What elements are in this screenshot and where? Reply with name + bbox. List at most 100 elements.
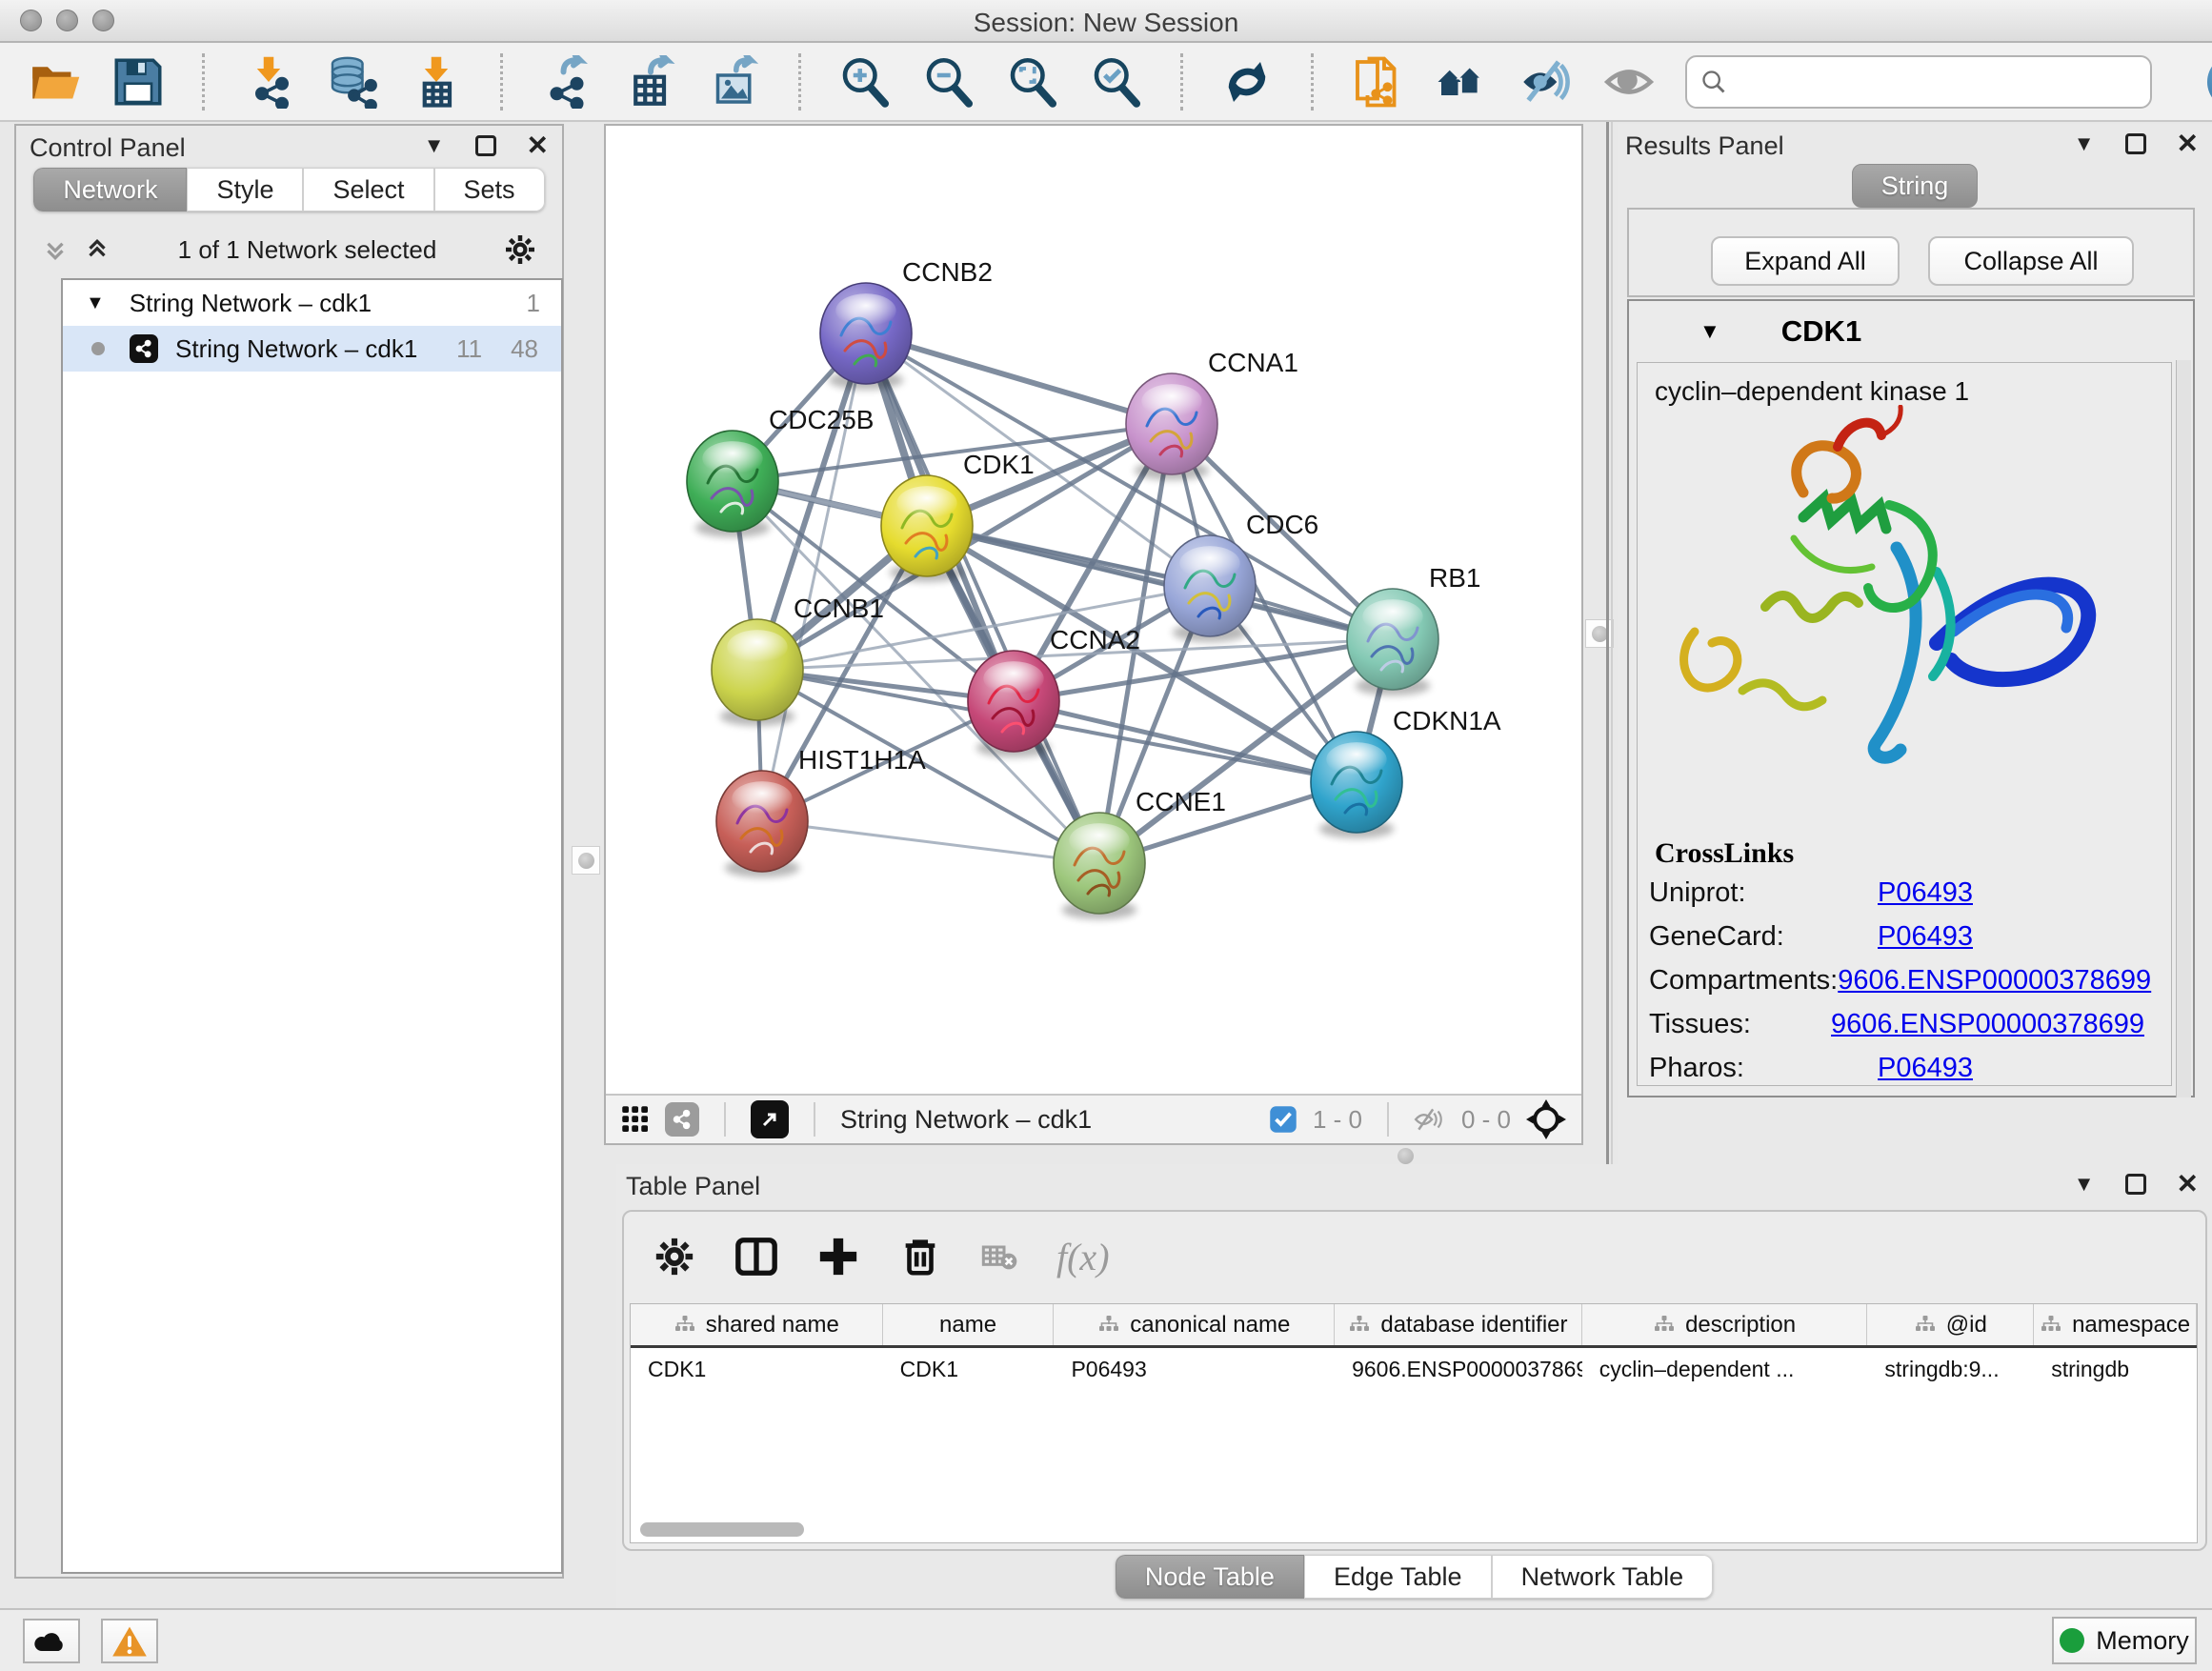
network-row-selected[interactable]: String Network – cdk1 11 48 (63, 326, 561, 372)
hidden-eye-icon[interactable] (1414, 1105, 1446, 1134)
gear-icon[interactable] (503, 232, 537, 267)
zoom-in-button[interactable] (837, 54, 893, 110)
tab-edge-table[interactable]: Edge Table (1304, 1555, 1492, 1599)
table-cell[interactable]: P06493 (1054, 1357, 1335, 1382)
zoom-selected-button[interactable] (1089, 54, 1144, 110)
table-cell[interactable]: stringdb:9... (1867, 1357, 2034, 1382)
crosslink-link[interactable]: 9606.ENSP00000378699 (1831, 1009, 2144, 1040)
network-node-RB1[interactable]: RB1 (1347, 563, 1480, 695)
tab-select[interactable]: Select (303, 168, 433, 211)
selected-checkbox-icon[interactable] (1269, 1105, 1297, 1134)
protein-structure-image (1651, 405, 2146, 805)
table-row[interactable]: CDK1CDK1P064939606.ENSP00000378699cyclin… (631, 1348, 2197, 1390)
expand-all-button[interactable]: Expand All (1711, 236, 1900, 286)
crosslink-link[interactable]: P06493 (1878, 877, 1973, 909)
tab-style[interactable]: Style (187, 168, 303, 211)
gear-icon[interactable] (653, 1235, 696, 1278)
table-cell[interactable]: 9606.ENSP00000378699 (1335, 1357, 1582, 1382)
tab-node-table[interactable]: Node Table (1116, 1555, 1304, 1599)
add-column-icon[interactable] (816, 1235, 860, 1278)
float-panel-icon[interactable] (475, 135, 496, 156)
close-panel-icon[interactable]: ✕ (527, 135, 549, 156)
refresh-view-button[interactable] (1219, 54, 1275, 110)
tab-string[interactable]: String (1852, 164, 1979, 208)
float-panel-icon[interactable] (2125, 133, 2146, 154)
save-session-button[interactable] (111, 54, 166, 110)
hide-selected-eye-icon[interactable] (1518, 54, 1573, 110)
network-node-HIST1H1A[interactable]: HIST1H1A (716, 745, 926, 877)
panel-menu-caret-icon[interactable]: ▼ (2074, 131, 2095, 156)
import-table-button[interactable] (409, 54, 464, 110)
first-neighbors-button[interactable] (1434, 54, 1489, 110)
tree-expand-caret-icon[interactable]: ▼ (86, 292, 105, 314)
column-header--id[interactable]: @id (1867, 1304, 2034, 1345)
help-button[interactable]: ? (2207, 54, 2212, 110)
network-node-CCNB1[interactable]: CCNB1 (712, 594, 884, 726)
crosslink-link[interactable]: P06493 (1878, 1053, 1973, 1084)
zoom-fit-button[interactable] (1005, 54, 1060, 110)
zoom-out-button[interactable] (921, 54, 976, 110)
column-header-description[interactable]: description (1582, 1304, 1868, 1345)
show-columns-icon[interactable] (734, 1235, 778, 1278)
network-edge-CDK1-RB1[interactable] (927, 526, 1393, 639)
duplicate-network-button[interactable] (1350, 54, 1405, 110)
network-node-CCNB2[interactable]: CCNB2 (820, 257, 993, 390)
network-node-CCNE1[interactable]: CCNE1 (1054, 787, 1226, 919)
float-panel-icon[interactable] (2125, 1174, 2146, 1195)
left-splitter-grip[interactable] (572, 846, 600, 875)
network-canvas[interactable]: CCNB2CCNA1CDC25BCDK1CDC6RB1CCNB1CCNA2CDK… (606, 126, 1581, 1094)
network-collection-row[interactable]: ▼ String Network – cdk1 1 (63, 280, 561, 326)
cloud-button[interactable] (23, 1619, 80, 1663)
table-cell[interactable]: CDK1 (631, 1357, 883, 1382)
export-network-button[interactable] (539, 54, 594, 110)
import-network-button[interactable] (241, 54, 296, 110)
search-input[interactable] (1737, 67, 2137, 96)
network-edge-HIST1H1A-CCNE1[interactable] (762, 821, 1099, 863)
column-header-shared-name[interactable]: shared name (631, 1304, 883, 1345)
tab-sets[interactable]: Sets (434, 168, 545, 211)
panel-menu-caret-icon[interactable]: ▼ (2074, 1172, 2095, 1197)
network-edge-CCNB2-CCNE1[interactable] (866, 333, 1099, 863)
export-table-button[interactable] (623, 54, 678, 110)
show-eye-icon[interactable] (1601, 54, 1657, 110)
close-panel-icon[interactable]: ✕ (2177, 133, 2199, 154)
birds-eye-grid-icon[interactable] (621, 1105, 650, 1134)
card-collapse-caret-icon[interactable]: ▼ (1699, 319, 1720, 344)
table-cell[interactable]: stringdb (2034, 1357, 2197, 1382)
table-cell[interactable]: cyclin–dependent ... (1582, 1357, 1868, 1382)
open-session-button[interactable] (27, 54, 82, 110)
detach-view-icon[interactable] (751, 1100, 789, 1138)
export-image-button[interactable] (707, 54, 762, 110)
network-node-CDC6[interactable]: CDC6 (1164, 510, 1318, 642)
warnings-button[interactable] (101, 1619, 158, 1663)
network-edge-CCNB2-CCNA1[interactable] (866, 333, 1172, 424)
right-splitter-grip[interactable] (1585, 619, 1614, 648)
network-node-CDKN1A[interactable]: CDKN1A (1311, 706, 1501, 838)
column-header-canonical-name[interactable]: canonical name (1054, 1304, 1335, 1345)
close-panel-icon[interactable]: ✕ (2177, 1174, 2199, 1195)
tab-network-table[interactable]: Network Table (1492, 1555, 1714, 1599)
network-node-CDK1[interactable]: CDK1 (881, 450, 1035, 582)
column-header-database-identifier[interactable]: database identifier (1335, 1304, 1582, 1345)
collapse-all-button[interactable]: Collapse All (1928, 236, 2134, 286)
expand-all-icon[interactable] (83, 235, 111, 264)
delete-column-icon[interactable] (898, 1235, 942, 1278)
panel-menu-caret-icon[interactable]: ▼ (424, 133, 445, 158)
column-header-name[interactable]: name (883, 1304, 1055, 1345)
results-scrollbar[interactable] (2176, 360, 2191, 1097)
node-table[interactable]: shared namenamecanonical namedatabase id… (630, 1303, 2198, 1543)
column-header-namespace[interactable]: namespace (2034, 1304, 2197, 1345)
collapse-all-icon[interactable] (41, 235, 70, 264)
tab-network[interactable]: Network (33, 168, 187, 211)
cloud-icon (32, 1627, 70, 1656)
crosslink-link[interactable]: 9606.ENSP00000378699 (1838, 965, 2151, 997)
memory-button[interactable]: Memory (2052, 1617, 2197, 1664)
search-box[interactable] (1685, 55, 2152, 109)
bottom-splitter-grip[interactable] (1398, 1148, 1414, 1164)
import-network-from-database-button[interactable] (325, 54, 380, 110)
table-horizontal-scrollbar[interactable] (640, 1522, 804, 1537)
network-selection-status: 1 of 1 Network selected (111, 235, 503, 265)
table-cell[interactable]: CDK1 (883, 1357, 1055, 1382)
crosslink-link[interactable]: P06493 (1878, 921, 1973, 953)
fit-selected-crosshair-icon[interactable] (1526, 1099, 1566, 1139)
